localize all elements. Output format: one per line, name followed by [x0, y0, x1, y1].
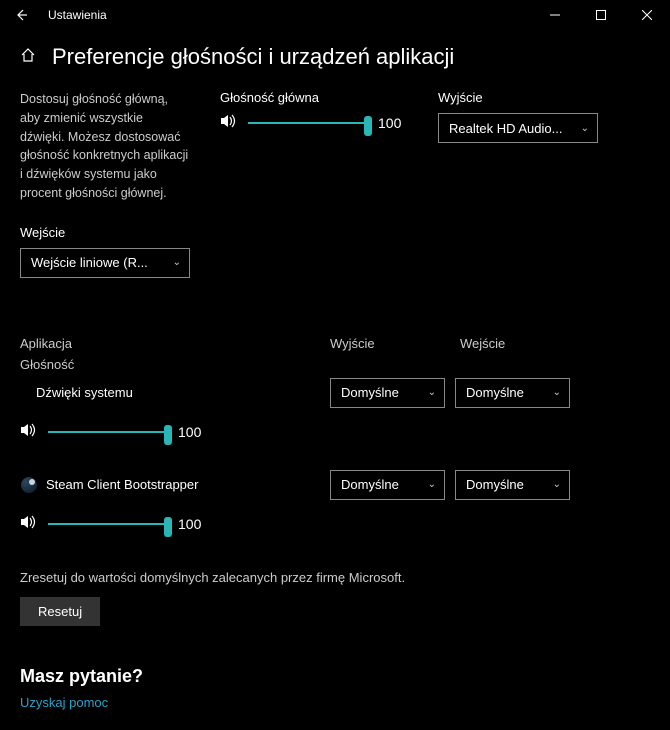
app-output-dropdown[interactable]: Domyślne ⌄ — [330, 470, 445, 500]
input-device-dropdown[interactable]: Wejście liniowe (R... ⌄ — [20, 248, 190, 278]
column-app: Aplikacja — [20, 336, 330, 351]
dropdown-value: Domyślne — [466, 477, 524, 492]
titlebar: Ustawienia — [0, 0, 670, 30]
chevron-down-icon: ⌄ — [173, 257, 181, 268]
output-label: Wyjście — [438, 90, 598, 105]
app-input-dropdown[interactable]: Domyślne ⌄ — [455, 378, 570, 408]
speaker-icon — [20, 514, 38, 534]
column-output: Wyjście — [330, 336, 460, 351]
output-device-dropdown[interactable]: Realtek HD Audio... ⌄ — [438, 113, 598, 143]
master-volume-slider[interactable] — [248, 113, 368, 133]
column-volume: Głośność — [20, 357, 650, 372]
app-row: Dźwięki systemu Domyślne ⌄ Domyślne ⌄ — [20, 378, 650, 442]
app-input-dropdown[interactable]: Domyślne ⌄ — [455, 470, 570, 500]
speaker-icon — [20, 422, 38, 442]
chevron-down-icon: ⌄ — [553, 479, 561, 490]
app-volume-value: 100 — [178, 424, 208, 440]
app-output-dropdown[interactable]: Domyślne ⌄ — [330, 378, 445, 408]
speaker-icon — [220, 113, 238, 133]
chevron-down-icon: ⌄ — [581, 123, 589, 134]
app-row: Steam Client Bootstrapper Domyślne ⌄ Dom… — [20, 470, 650, 534]
dropdown-value: Domyślne — [466, 385, 524, 400]
input-device-selected: Wejście liniowe (R... — [31, 255, 148, 270]
maximize-button[interactable] — [578, 0, 624, 30]
description-text: Dostosuj głośność główną, aby zmienić ws… — [20, 90, 190, 203]
master-volume-label: Głośność główna — [220, 90, 408, 105]
input-label: Wejście — [20, 225, 650, 240]
home-icon[interactable] — [20, 47, 36, 68]
chevron-down-icon: ⌄ — [553, 387, 561, 398]
minimize-button[interactable] — [532, 0, 578, 30]
chevron-down-icon: ⌄ — [428, 387, 436, 398]
app-name-label: Steam Client Bootstrapper — [46, 477, 198, 492]
app-volume-slider[interactable] — [48, 422, 168, 442]
steam-icon — [20, 476, 38, 494]
help-link[interactable]: Uzyskaj pomoc — [20, 695, 108, 710]
apps-column-headers: Aplikacja Wyjście Wejście — [20, 336, 650, 351]
chevron-down-icon: ⌄ — [428, 479, 436, 490]
dropdown-value: Domyślne — [341, 477, 399, 492]
page-header: Preferencje głośności i urządzeń aplikac… — [20, 30, 650, 90]
column-input: Wejście — [460, 336, 590, 351]
output-device-selected: Realtek HD Audio... — [449, 121, 562, 136]
back-button[interactable] — [10, 4, 32, 26]
dropdown-value: Domyślne — [341, 385, 399, 400]
page-title: Preferencje głośności i urządzeń aplikac… — [52, 44, 454, 70]
app-volume-value: 100 — [178, 516, 208, 532]
close-button[interactable] — [624, 0, 670, 30]
app-volume-slider[interactable] — [48, 514, 168, 534]
master-volume-value: 100 — [378, 115, 408, 131]
reset-description: Zresetuj do wartości domyślnych zalecany… — [20, 570, 650, 585]
app-name-label: Dźwięki systemu — [20, 385, 133, 400]
help-title: Masz pytanie? — [20, 666, 650, 687]
window-title: Ustawienia — [48, 8, 107, 22]
reset-button[interactable]: Resetuj — [20, 597, 100, 626]
